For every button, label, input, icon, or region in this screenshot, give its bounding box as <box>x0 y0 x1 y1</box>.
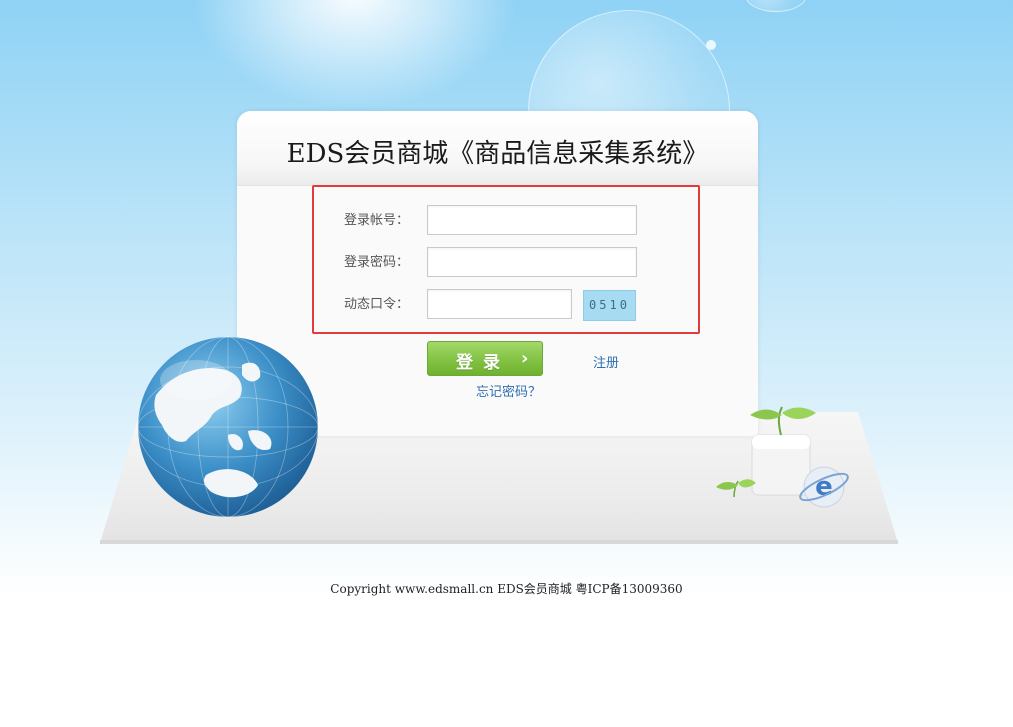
password-label: 登录密码： <box>344 255 410 270</box>
globe-icon <box>137 336 319 518</box>
register-link[interactable]: 注册 <box>593 352 619 371</box>
footer-copyright: Copyright www.edsmall.cn EDS会员商城 粤ICP备13… <box>330 582 683 596</box>
forgot-password-link[interactable]: 忘记密码？ <box>476 381 541 400</box>
login-button-label: 登录 <box>456 353 510 373</box>
password-input[interactable] <box>427 247 637 277</box>
account-input[interactable] <box>427 205 637 235</box>
captcha-image[interactable]: 0510 <box>583 290 636 321</box>
account-label: 登录帐号： <box>344 213 410 228</box>
page-title: EDS会员商城《商品信息采集系统》 <box>286 139 709 169</box>
login-panel-header: EDS会员商城《商品信息采集系统》 <box>237 111 758 186</box>
dynamic-code-label: 动态口令： <box>344 297 410 312</box>
bubble-decoration <box>745 0 807 12</box>
sky-glow <box>190 0 520 110</box>
login-button[interactable]: 登录 › <box>427 341 543 376</box>
bubble-decoration <box>706 40 716 50</box>
pedestal-shadow <box>100 540 898 544</box>
chevron-right-icon: › <box>521 348 529 369</box>
plant-cube-icon: e <box>716 406 849 508</box>
dynamic-code-input[interactable] <box>427 289 572 319</box>
